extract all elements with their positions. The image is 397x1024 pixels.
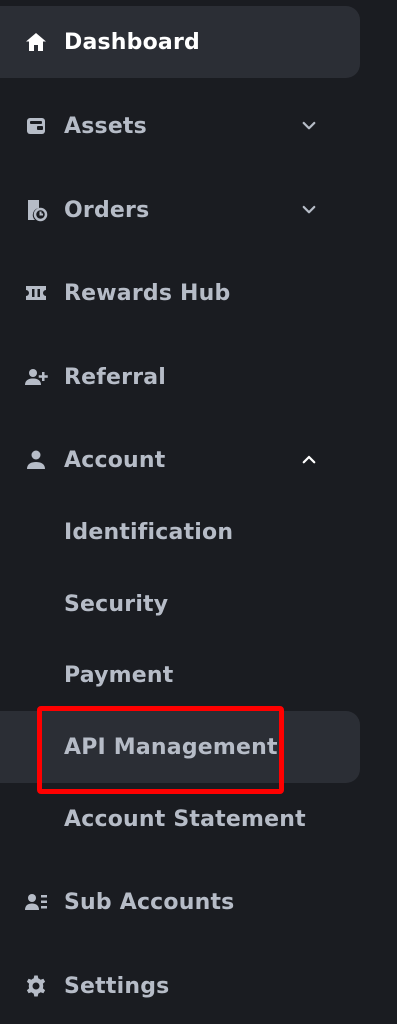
chevron-up-icon[interactable] [298, 449, 320, 471]
sidebar-item-settings[interactable]: Settings [0, 950, 360, 1022]
sidebar-subitem-account-statement[interactable]: Account Statement [0, 783, 360, 855]
sidebar-item-dashboard[interactable]: Dashboard [0, 6, 360, 78]
sidebar-subitem-label: API Management [64, 734, 278, 760]
sidebar-subitem-api-management[interactable]: API Management [0, 711, 360, 783]
sidebar-subitem-payment[interactable]: Payment [0, 639, 360, 711]
wallet-icon [23, 113, 49, 139]
sidebar-item-account[interactable]: Account [0, 424, 360, 496]
sidebar-subitem-identification[interactable]: Identification [0, 496, 360, 568]
sidebar-item-label: Sub Accounts [64, 889, 235, 915]
sidebar-item-label: Orders [64, 197, 150, 223]
sidebar-item-referral[interactable]: Referral [0, 341, 360, 413]
sidebar-subitem-security[interactable]: Security [0, 568, 360, 640]
sidebar-item-label: Settings [64, 973, 170, 999]
user-icon [23, 447, 49, 473]
home-icon [23, 29, 49, 55]
sidebar-subitem-label: Account Statement [64, 806, 306, 832]
sidebar-item-label: Dashboard [64, 29, 200, 55]
sidebar-subitem-label: Identification [64, 519, 234, 545]
chevron-down-icon[interactable] [298, 199, 320, 221]
sidebar-item-label: Account [64, 447, 166, 473]
user-plus-icon [23, 364, 49, 390]
user-list-icon [23, 889, 49, 915]
sidebar-item-label: Rewards Hub [64, 280, 231, 306]
ticket-icon [23, 280, 49, 306]
sidebar-item-rewards-hub[interactable]: Rewards Hub [0, 257, 360, 329]
sidebar: Dashboard Assets Orders Rewards Hub Refe… [0, 0, 397, 1024]
gear-icon [23, 973, 49, 999]
orders-icon [23, 197, 49, 223]
sidebar-item-assets[interactable]: Assets [0, 90, 360, 162]
chevron-down-icon[interactable] [298, 115, 320, 137]
sidebar-item-sub-accounts[interactable]: Sub Accounts [0, 866, 360, 938]
sidebar-item-label: Assets [64, 113, 147, 139]
sidebar-subitem-label: Security [64, 591, 169, 617]
sidebar-subitem-label: Payment [64, 662, 174, 688]
sidebar-item-label: Referral [64, 364, 167, 390]
sidebar-item-orders[interactable]: Orders [0, 174, 360, 246]
